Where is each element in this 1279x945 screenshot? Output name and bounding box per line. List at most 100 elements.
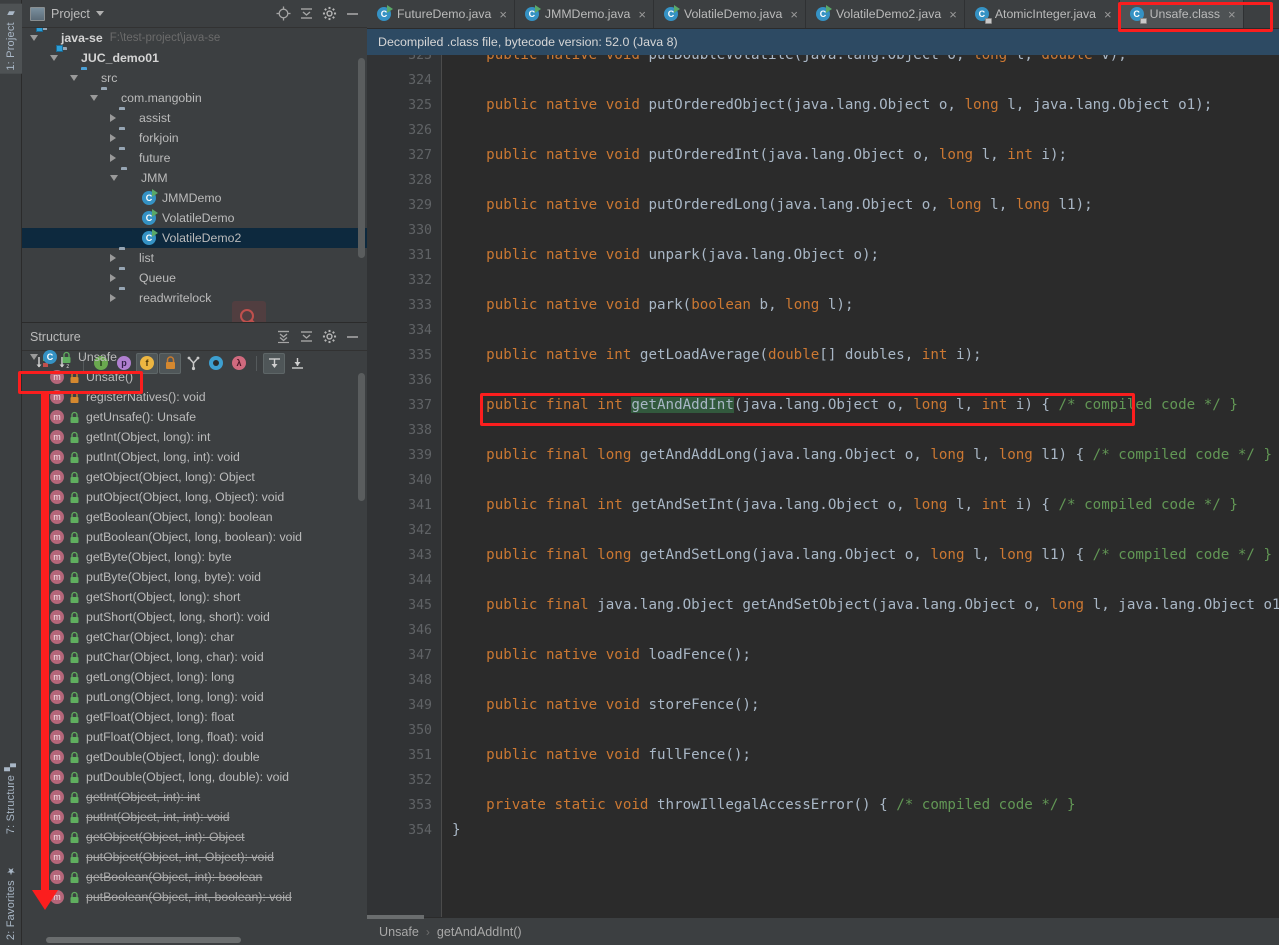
code-line[interactable] [452, 318, 1279, 343]
structure-tree-row[interactable]: m putObject(Object, long, Object): void [22, 487, 367, 507]
structure-tree-row[interactable]: m getObject(Object, long): Object [22, 467, 367, 487]
structure-tree-row[interactable]: m getChar(Object, long): char [22, 627, 367, 647]
structure-tree-scrollbar[interactable] [358, 373, 365, 501]
minimize-icon[interactable] [342, 327, 362, 347]
tool-tab-favorites[interactable]: 2: Favorites ★ [0, 862, 22, 943]
code-line[interactable] [452, 618, 1279, 643]
project-tree-row[interactable]: JUC_demo01 [22, 45, 367, 68]
code-line[interactable]: } [452, 818, 1279, 843]
tool-tab-project[interactable]: 1: Project ▰ [0, 4, 22, 74]
code-line[interactable] [452, 418, 1279, 443]
chevron-down-icon[interactable] [70, 75, 78, 81]
project-tree-row[interactable]: java-se F:\test-project\java-se [22, 28, 367, 48]
project-tree-row[interactable]: readwritelock [22, 288, 367, 308]
project-tree-row[interactable]: JMM [22, 168, 367, 188]
code-line[interactable] [452, 668, 1279, 693]
chevron-down-icon[interactable] [30, 354, 38, 360]
minimize-icon[interactable] [342, 4, 362, 24]
close-icon[interactable]: × [947, 8, 957, 21]
structure-tree-row[interactable]: m getInt(Object, long): int [22, 427, 367, 447]
editor-tab[interactable]: C AtomicInteger.java × [964, 0, 1120, 28]
project-tree[interactable]: java-se F:\test-project\java-se JUC_demo01… [22, 28, 367, 322]
collapse-all-icon[interactable] [296, 4, 316, 24]
horizontal-scrollbar[interactable] [367, 915, 424, 919]
code-text[interactable]: public native void putDoubleVolatile(jav… [442, 55, 1279, 917]
chevron-right-icon[interactable] [110, 114, 116, 122]
chevron-down-icon[interactable] [30, 35, 38, 41]
chevron-down-icon[interactable] [110, 175, 118, 181]
structure-tree-row[interactable]: m getShort(Object, long): short [22, 587, 367, 607]
structure-tree-hscrollbar[interactable] [46, 937, 241, 943]
editor-tab[interactable]: C FutureDemo.java × [367, 0, 515, 28]
editor-tab[interactable]: C Unsafe.class × [1119, 0, 1244, 28]
code-line[interactable]: public native void putDoubleVolatile(jav… [452, 55, 1279, 68]
code-line[interactable]: public final long getAndAddLong(java.lan… [452, 443, 1279, 468]
chevron-down-icon[interactable] [50, 55, 58, 61]
project-tree-row[interactable]: forkjoin [22, 128, 367, 148]
code-line[interactable]: public native void park(boolean b, long … [452, 293, 1279, 318]
code-line[interactable] [452, 768, 1279, 793]
locate-icon[interactable] [273, 4, 293, 24]
code-line[interactable]: public native void loadFence(); [452, 643, 1279, 668]
gear-icon[interactable] [319, 4, 339, 24]
code-line[interactable]: public native void storeFence(); [452, 693, 1279, 718]
close-icon[interactable]: × [1226, 8, 1236, 21]
project-tree-row[interactable]: future [22, 148, 367, 168]
code-line[interactable]: public native void unpark(java.lang.Obje… [452, 243, 1279, 268]
structure-tree-row[interactable]: m putBoolean(Object, int, boolean): void [22, 887, 367, 907]
code-line[interactable]: public native int getLoadAverage(double[… [452, 343, 1279, 368]
code-line[interactable] [452, 68, 1279, 93]
collapse-all-icon[interactable] [296, 327, 316, 347]
structure-tree-row[interactable]: m putInt(Object, long, int): void [22, 447, 367, 467]
structure-tree-root-row[interactable]: C Unsafe [22, 347, 367, 367]
tool-tab-structure[interactable]: 7: Structure ▚ [0, 760, 22, 837]
close-icon[interactable]: × [636, 8, 646, 21]
structure-tree-row[interactable]: m getDouble(Object, long): double [22, 747, 367, 767]
chevron-right-icon[interactable] [110, 254, 116, 262]
code-line[interactable]: public native void putOrderedObject(java… [452, 93, 1279, 118]
code-line[interactable] [452, 468, 1279, 493]
project-tree-scrollbar[interactable] [358, 58, 365, 258]
project-tree-row[interactable]: C VolatileDemo [22, 208, 367, 228]
structure-tree-row[interactable]: m Unsafe() [22, 367, 367, 387]
structure-tree-row[interactable]: m registerNatives(): void [22, 387, 367, 407]
editor-tab[interactable]: C JMMDemo.java × [514, 0, 654, 28]
structure-tree-row[interactable]: m putShort(Object, long, short): void [22, 607, 367, 627]
code-line[interactable] [452, 718, 1279, 743]
project-tree-row[interactable]: C JMMDemo [22, 188, 367, 208]
close-icon[interactable]: × [788, 8, 798, 21]
chevron-right-icon[interactable] [110, 134, 116, 142]
chevron-right-icon[interactable] [110, 294, 116, 302]
code-line[interactable] [452, 218, 1279, 243]
structure-tree-row[interactable]: m putInt(Object, int, int): void [22, 807, 367, 827]
code-line[interactable]: public native void fullFence(); [452, 743, 1279, 768]
editor-tab[interactable]: C VolatileDemo2.java × [805, 0, 965, 28]
structure-tree-row[interactable]: m getBoolean(Object, int): boolean [22, 867, 367, 887]
chevron-right-icon[interactable] [110, 274, 116, 282]
structure-tree-row[interactable]: m putBoolean(Object, long, boolean): void [22, 527, 367, 547]
project-tree-row[interactable]: assist [22, 108, 367, 128]
code-line[interactable] [452, 268, 1279, 293]
structure-tree-row[interactable]: m putLong(Object, long, long): void [22, 687, 367, 707]
structure-tree-row[interactable]: m putObject(Object, int, Object): void [22, 847, 367, 867]
structure-tree-row[interactable]: m getBoolean(Object, long): boolean [22, 507, 367, 527]
expand-all-icon[interactable] [273, 327, 293, 347]
project-tree-row[interactable]: Queue [22, 268, 367, 288]
structure-tree-row[interactable]: m putFloat(Object, long, float): void [22, 727, 367, 747]
structure-tree-row[interactable]: m getInt(Object, int): int [22, 787, 367, 807]
code-viewport[interactable]: 323 324 325 326 327 328 329 330 331 332 333 334 335 3… [367, 55, 1279, 917]
project-tree-row[interactable]: list [22, 248, 367, 268]
breadcrumb-method[interactable]: getAndAddInt() [437, 925, 522, 939]
code-line[interactable]: public final int getAndAddInt(java.lang.… [452, 393, 1279, 418]
code-line[interactable]: public final long getAndSetLong(java.lan… [452, 543, 1279, 568]
structure-tree-row[interactable]: m putChar(Object, long, char): void [22, 647, 367, 667]
project-tree-row[interactable]: src [22, 68, 367, 88]
gear-icon[interactable] [319, 327, 339, 347]
code-line[interactable]: public native void putOrderedInt(java.la… [452, 143, 1279, 168]
project-tree-row[interactable]: com.mangobin [22, 88, 367, 108]
code-line[interactable] [452, 518, 1279, 543]
code-line[interactable] [452, 368, 1279, 393]
code-line[interactable] [452, 118, 1279, 143]
structure-tree[interactable]: C Unsafe m Unsafe() m registerNatives(): void… [22, 347, 367, 945]
breadcrumb-class[interactable]: Unsafe [379, 925, 419, 939]
